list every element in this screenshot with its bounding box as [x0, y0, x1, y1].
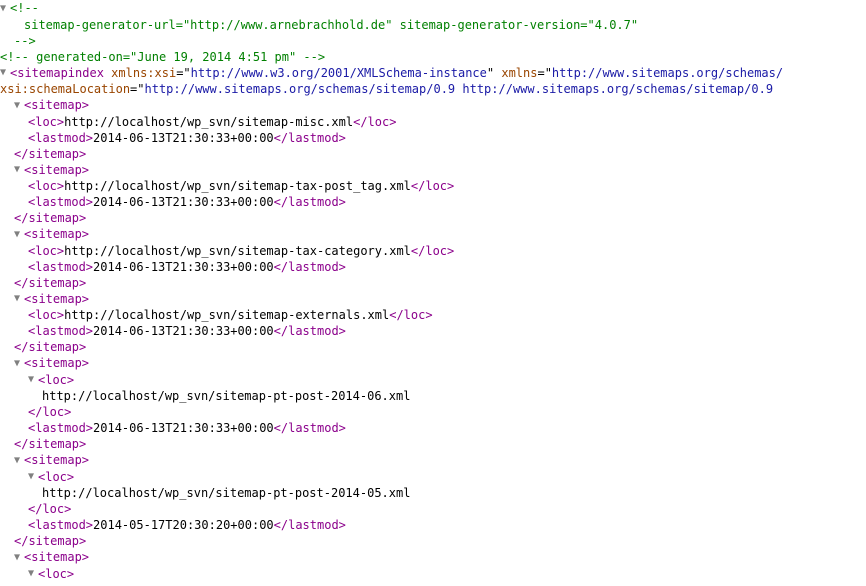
xml-comment-body: sitemap-generator-url="http://www.arnebr… — [0, 17, 866, 33]
toggle-icon[interactable]: ▼ — [0, 65, 10, 81]
lastmod-value: 2014-05-17T20:30:20+00:00 — [93, 518, 274, 532]
lastmod-element: <lastmod>2014-06-13T21:30:33+00:00</last… — [0, 259, 866, 275]
attr-value: http://www.w3.org/2001/XMLSchema-instanc… — [191, 66, 487, 80]
loc-value: http://localhost/wp_svn/sitemap-misc.xml — [64, 115, 353, 129]
xml-root-open: ▼<sitemapindex xmlns:xsi="http://www.w3.… — [0, 65, 866, 82]
loc-element: <loc>http://localhost/wp_svn/sitemap-mis… — [0, 114, 866, 130]
sitemap-close: </sitemap> — [0, 436, 866, 452]
toggle-icon[interactable]: ▼ — [28, 372, 38, 388]
lastmod-element: <lastmod>2014-06-13T21:30:33+00:00</last… — [0, 194, 866, 210]
attr-name: xmlns — [501, 66, 537, 80]
loc-value: http://localhost/wp_svn/sitemap-tax-post… — [64, 179, 411, 193]
sitemap-close: </sitemap> — [0, 533, 866, 549]
loc-open: ▼<loc> — [0, 469, 866, 486]
xml-comment-close-line: --> — [0, 33, 866, 49]
toggle-icon[interactable]: ▼ — [28, 469, 38, 485]
loc-value-line: http://localhost/wp_svn/sitemap-pt-post-… — [0, 388, 866, 404]
sitemap-open: ▼<sitemap> — [0, 549, 866, 566]
attr-value: http://www.sitemaps.org/schemas/sitemap/… — [145, 82, 774, 96]
toggle-icon[interactable]: ▼ — [28, 566, 38, 582]
toggle-icon[interactable]: ▼ — [14, 550, 24, 566]
comment-close: --> — [14, 34, 36, 48]
toggle-icon[interactable]: ▼ — [14, 98, 24, 114]
toggle-icon[interactable]: ▼ — [14, 227, 24, 243]
xml-root-open-wrap: xsi:schemaLocation="http://www.sitemaps.… — [0, 81, 866, 97]
toggle-icon[interactable]: ▼ — [14, 453, 24, 469]
lastmod-element: <lastmod>2014-05-17T20:30:20+00:00</last… — [0, 517, 866, 533]
toggle-icon[interactable]: ▼ — [14, 291, 24, 307]
loc-value-line: http://localhost/wp_svn/sitemap-pt-post-… — [0, 485, 866, 501]
loc-value: http://localhost/wp_svn/sitemap-pt-post-… — [42, 389, 410, 403]
sitemap-close: </sitemap> — [0, 146, 866, 162]
xml-comment-line: ▼<!-- — [0, 0, 866, 17]
lastmod-value: 2014-06-13T21:30:33+00:00 — [93, 131, 274, 145]
lastmod-value: 2014-06-13T21:30:33+00:00 — [93, 260, 274, 274]
sitemap-close: </sitemap> — [0, 275, 866, 291]
sitemap-open: ▼<sitemap> — [0, 97, 866, 114]
lastmod-value: 2014-06-13T21:30:33+00:00 — [93, 421, 274, 435]
loc-open: ▼<loc> — [0, 372, 866, 389]
loc-value: http://localhost/wp_svn/sitemap-pt-post-… — [42, 486, 410, 500]
loc-value: http://localhost/wp_svn/sitemap-external… — [64, 308, 389, 322]
lastmod-element: <lastmod>2014-06-13T21:30:33+00:00</last… — [0, 130, 866, 146]
toggle-icon[interactable]: ▼ — [14, 162, 24, 178]
toggle-icon[interactable]: ▼ — [14, 356, 24, 372]
sitemap-close: </sitemap> — [0, 210, 866, 226]
loc-value: http://localhost/wp_svn/sitemap-tax-cate… — [64, 244, 411, 258]
xml-comment-line: <!-- generated-on="June 19, 2014 4:51 pm… — [0, 49, 866, 65]
sitemap-open: ▼<sitemap> — [0, 226, 866, 243]
loc-open: ▼<loc> — [0, 566, 866, 583]
loc-element: <loc>http://localhost/wp_svn/sitemap-ext… — [0, 307, 866, 323]
sitemap-open: ▼<sitemap> — [0, 291, 866, 308]
loc-close: </loc> — [0, 501, 866, 517]
toggle-icon[interactable]: ▼ — [0, 1, 10, 17]
attr-name: xmlns:xsi — [111, 66, 176, 80]
lastmod-value: 2014-06-13T21:30:33+00:00 — [93, 324, 274, 338]
attr-name: xsi:schemaLocation — [0, 82, 130, 96]
loc-close: </loc> — [0, 404, 866, 420]
loc-element: <loc>http://localhost/wp_svn/sitemap-tax… — [0, 178, 866, 194]
xml-tree-viewer: ▼<!-- sitemap-generator-url="http://www.… — [0, 0, 866, 582]
lastmod-element: <lastmod>2014-06-13T21:30:33+00:00</last… — [0, 420, 866, 436]
sitemap-close: </sitemap> — [0, 339, 866, 355]
sitemap-open: ▼<sitemap> — [0, 162, 866, 179]
sitemap-open: ▼<sitemap> — [0, 355, 866, 372]
loc-element: <loc>http://localhost/wp_svn/sitemap-tax… — [0, 243, 866, 259]
comment-open: <!-- — [10, 1, 39, 15]
lastmod-element: <lastmod>2014-06-13T21:30:33+00:00</last… — [0, 323, 866, 339]
lastmod-value: 2014-06-13T21:30:33+00:00 — [93, 195, 274, 209]
sitemap-open: ▼<sitemap> — [0, 452, 866, 469]
attr-value: http://www.sitemaps.org/schemas/ — [552, 66, 783, 80]
